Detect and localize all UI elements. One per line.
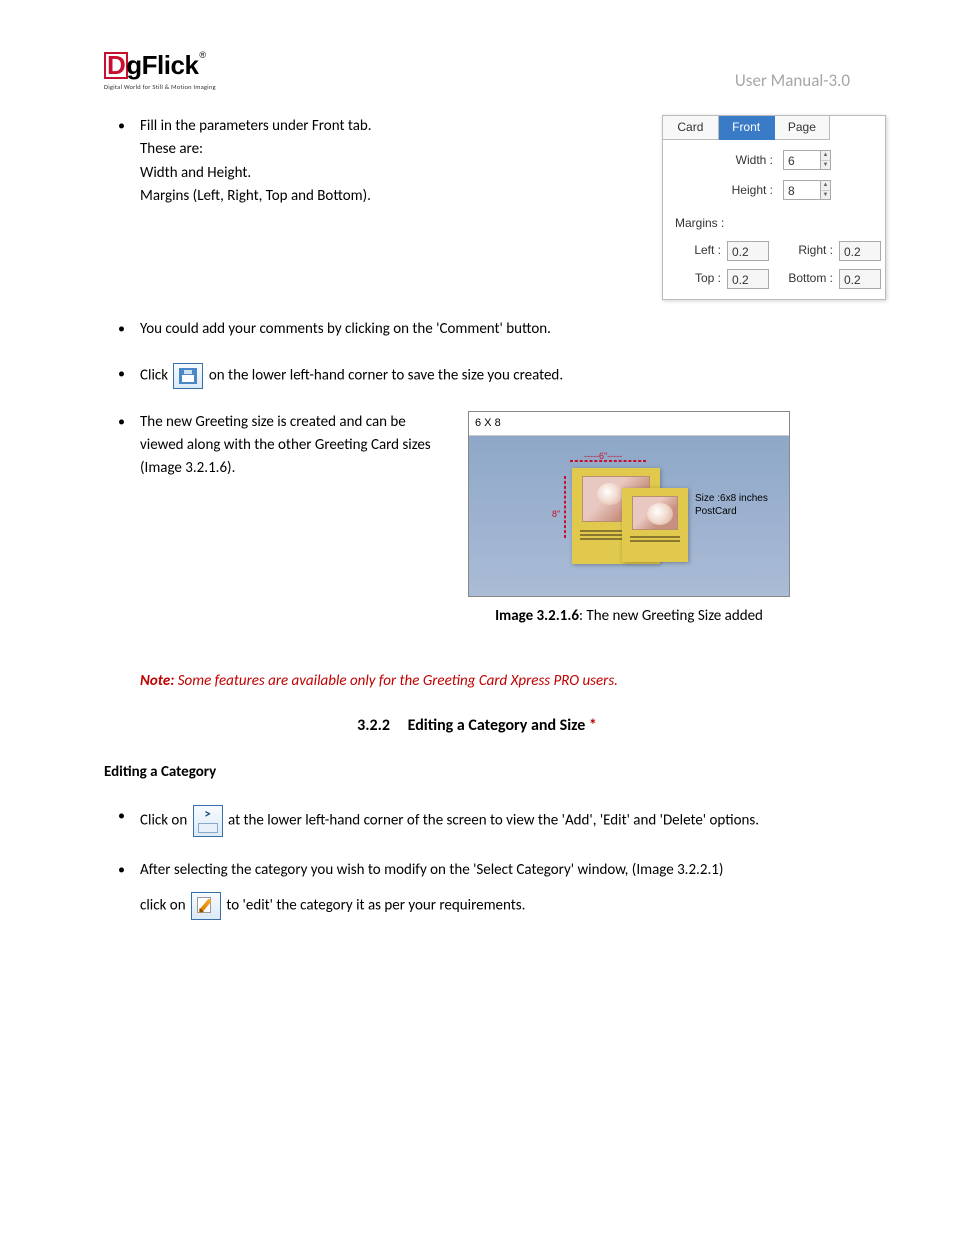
- logo-text: DgFlick®: [104, 50, 206, 81]
- tab-blank: [830, 116, 885, 140]
- margin-bottom-input[interactable]: 0.2: [839, 269, 881, 289]
- section-heading: 3.2.2 Editing a Category and Size *: [104, 716, 850, 735]
- bullet-comment: You could add your comments by clicking …: [104, 318, 850, 341]
- section-number: 3.2.2: [357, 716, 390, 735]
- note-label: Note:: [140, 672, 174, 690]
- bullet-click-chevron: Click on at the lower left-hand corner o…: [104, 805, 850, 837]
- margin-left-input[interactable]: 0.2: [727, 241, 769, 261]
- page-header: DgFlick® Digital World for Still & Motio…: [104, 50, 850, 91]
- caption-bold: Image 3.2.1.6: [495, 607, 579, 625]
- tab-page[interactable]: Page: [775, 116, 831, 140]
- body-text: Size :6x8 inches: [695, 492, 779, 505]
- greeting-preview-panel: 6 X 8 -----6"----- 8": [468, 411, 790, 597]
- bullet-save: Click on the lower left-hand corner to s…: [104, 363, 850, 389]
- body-text: Click: [140, 366, 168, 384]
- guide-height-label: 8": [552, 508, 560, 522]
- width-label: Width :: [717, 151, 773, 170]
- margin-right-input[interactable]: 0.2: [839, 241, 881, 261]
- width-spinner[interactable]: ▲▼: [821, 150, 831, 170]
- subsection-heading: Editing a Category: [104, 763, 850, 781]
- margin-left-label: Left :: [675, 241, 721, 260]
- width-input[interactable]: 6: [783, 150, 821, 170]
- note-pro-users: Note: Some features are available only f…: [140, 672, 850, 690]
- tab-card[interactable]: Card: [663, 116, 719, 140]
- body-text: PostCard: [695, 505, 779, 518]
- preview-size-info: Size :6x8 inches PostCard: [695, 492, 779, 518]
- preview-cards: -----6"----- 8": [564, 458, 694, 574]
- height-label: Height :: [717, 181, 773, 200]
- logo-tagline: Digital World for Still & Motion Imaging: [104, 83, 216, 91]
- body-text: These are:: [140, 138, 644, 161]
- edit-icon[interactable]: [191, 892, 221, 920]
- body-text: After selecting the category you wish to…: [140, 859, 850, 882]
- margin-top-label: Top :: [675, 269, 721, 288]
- margins-label: Margins :: [663, 214, 885, 233]
- body-text: Fill in the parameters under Front tab.: [140, 115, 644, 138]
- save-icon[interactable]: [173, 363, 203, 389]
- asterisk-icon: *: [589, 716, 597, 735]
- caption-text: : The new Greeting Size added: [579, 607, 763, 625]
- size-dialog: Card Front Page Width : 6 ▲▼ Height : 8: [662, 115, 886, 300]
- brand-logo: DgFlick® Digital World for Still & Motio…: [104, 50, 216, 91]
- note-text: Some features are available only for the…: [174, 672, 618, 690]
- document-title: User Manual-3.0: [735, 70, 850, 91]
- height-input[interactable]: 8: [783, 180, 821, 200]
- body-text: Click on: [140, 812, 191, 830]
- body-text: Margins (Left, Right, Top and Bottom).: [140, 185, 644, 208]
- bullet-fill-parameters: Fill in the parameters under Front tab. …: [140, 115, 644, 208]
- body-text: at the lower left-hand corner of the scr…: [228, 812, 759, 830]
- body-text: Width and Height.: [140, 162, 644, 185]
- bullet-edit-category: After selecting the category you wish to…: [104, 859, 850, 920]
- image-caption: Image 3.2.1.6: The new Greeting Size add…: [468, 605, 790, 628]
- body-text: to 'edit' the category it as per your re…: [226, 897, 525, 915]
- guide-width-label: -----6"-----: [584, 450, 622, 464]
- margin-top-input[interactable]: 0.2: [727, 269, 769, 289]
- bullet-new-greeting: The new Greeting size is created and can…: [140, 411, 450, 481]
- height-spinner[interactable]: ▲▼: [821, 180, 831, 200]
- body-text: click on: [140, 897, 189, 915]
- margin-right-label: Right :: [775, 241, 833, 260]
- preview-title: 6 X 8: [469, 412, 789, 436]
- body-text: on the lower left-hand corner to save th…: [209, 366, 563, 384]
- options-chevron-icon[interactable]: [193, 805, 223, 837]
- preview-card-back: [622, 488, 688, 562]
- margin-bottom-label: Bottom :: [775, 269, 833, 288]
- tab-front[interactable]: Front: [719, 116, 775, 140]
- section-title: Editing a Category and Size: [408, 716, 589, 735]
